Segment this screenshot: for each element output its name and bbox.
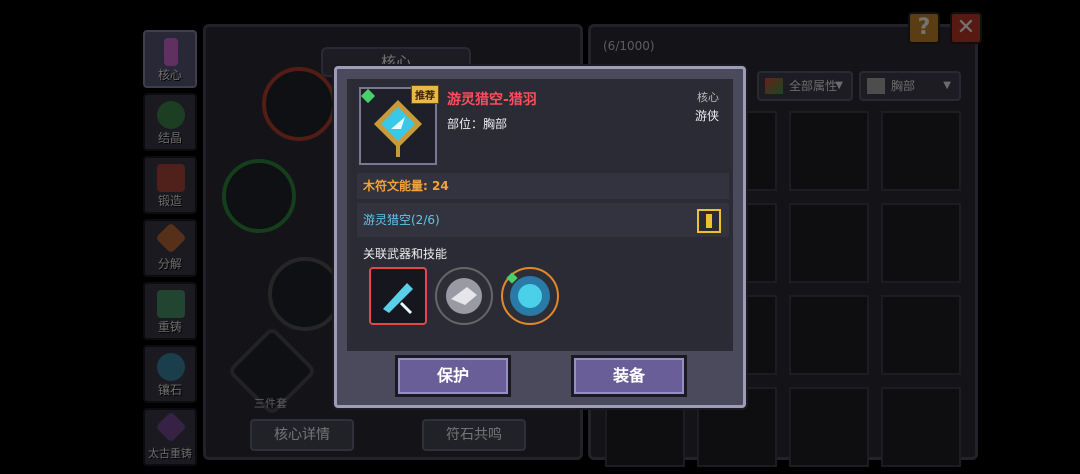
sidebar-item-inlay[interactable]: 镶石 (143, 345, 197, 403)
sidebar-item-label: 锻造 (157, 194, 182, 208)
chevron-down-icon: ▼ (943, 80, 951, 91)
rune-core-icon (373, 99, 423, 157)
close-button[interactable]: ✕ (950, 12, 982, 44)
rune-resonance-button[interactable]: 符石共鸣 (422, 419, 526, 451)
set-bonus-row[interactable]: 游灵猎空(2/6) (357, 203, 729, 237)
sidebar-item-label: 重铸 (157, 320, 182, 334)
inventory-slot[interactable] (789, 387, 869, 467)
inventory-slot[interactable] (881, 111, 961, 191)
equip-button[interactable]: 装备 (571, 355, 687, 397)
chevron-down-icon: ▼ (835, 80, 843, 91)
set-label: 三件套 (254, 397, 287, 410)
ancient-recast-icon (155, 411, 187, 443)
item-part: 部位：胸部 (447, 117, 508, 131)
recast-icon (157, 290, 185, 318)
item-detail-body: 推荐 游灵猎空-猎羽 部位：胸部 核心 游侠 木符文能量: 24 游灵猎空(2/… (347, 79, 733, 351)
sidebar-item-label: 太古重铸 (148, 447, 192, 460)
core-slot-top[interactable] (262, 67, 336, 141)
inlay-icon (157, 353, 185, 381)
linked-label: 关联武器和技能 (363, 247, 448, 261)
sidebar-item-ancient-recast[interactable]: 太古重铸 (143, 408, 197, 466)
core-slot-bottom[interactable] (268, 257, 342, 331)
sidebar: 核心 结晶 锻造 分解 重铸 镶石 太古重铸 (143, 30, 199, 471)
part-filter-label: 胸部 (891, 79, 916, 93)
inventory-slot[interactable] (789, 203, 869, 283)
protect-button[interactable]: 保护 (395, 355, 511, 397)
inventory-slot[interactable] (881, 387, 961, 467)
inventory-count: (6/1000) (603, 39, 655, 53)
sidebar-item-label: 镶石 (157, 383, 182, 397)
set-name: 游灵猎空(2/6) (363, 213, 440, 227)
item-type: 核心 (697, 91, 719, 104)
sidebar-item-core[interactable]: 核心 (143, 30, 197, 88)
linked-skill[interactable] (435, 267, 493, 325)
sidebar-item-label: 分解 (157, 257, 182, 271)
crystal-icon (157, 101, 185, 129)
chest-armor-icon (867, 78, 885, 94)
spirit-skill-icon (506, 272, 550, 316)
item-name: 游灵猎空-猎羽 (447, 92, 537, 108)
attribute-icon (765, 78, 783, 94)
rune-energy: 木符文能量: 24 (357, 173, 729, 199)
sidebar-item-crystal[interactable]: 结晶 (143, 93, 197, 151)
linked-weapon[interactable] (369, 267, 427, 325)
core-slot-left[interactable] (222, 159, 296, 233)
item-icon-frame: 推荐 (359, 85, 439, 165)
feather-weapon-icon (383, 283, 413, 315)
linked-skill-special[interactable] (501, 267, 559, 325)
wolf-skill-icon (446, 278, 482, 314)
sidebar-item-label: 结晶 (157, 131, 182, 145)
inventory-slot[interactable] (789, 111, 869, 191)
set-info-icon[interactable] (697, 209, 721, 233)
core-detail-button[interactable]: 核心详情 (250, 419, 354, 451)
sidebar-item-recast[interactable]: 重铸 (143, 282, 197, 340)
attribute-filter-label: 全部属性 (789, 79, 838, 93)
sidebar-item-decompose[interactable]: 分解 (143, 219, 197, 277)
sidebar-item-forge[interactable]: 锻造 (143, 156, 197, 214)
forge-icon (157, 164, 185, 192)
inventory-slot[interactable] (789, 295, 869, 375)
item-class: 游侠 (694, 109, 719, 123)
part-filter[interactable]: 胸部 ▼ (859, 71, 961, 101)
inventory-slot[interactable] (881, 203, 961, 283)
item-detail-dialog: 推荐 游灵猎空-猎羽 部位：胸部 核心 游侠 木符文能量: 24 游灵猎空(2/… (334, 66, 746, 408)
inventory-slot[interactable] (881, 295, 961, 375)
decompose-icon (155, 222, 187, 254)
help-button[interactable]: ? (908, 12, 940, 44)
sidebar-item-label: 核心 (157, 68, 182, 82)
attribute-filter[interactable]: 全部属性 ▼ (757, 71, 853, 101)
core-icon (164, 38, 178, 66)
